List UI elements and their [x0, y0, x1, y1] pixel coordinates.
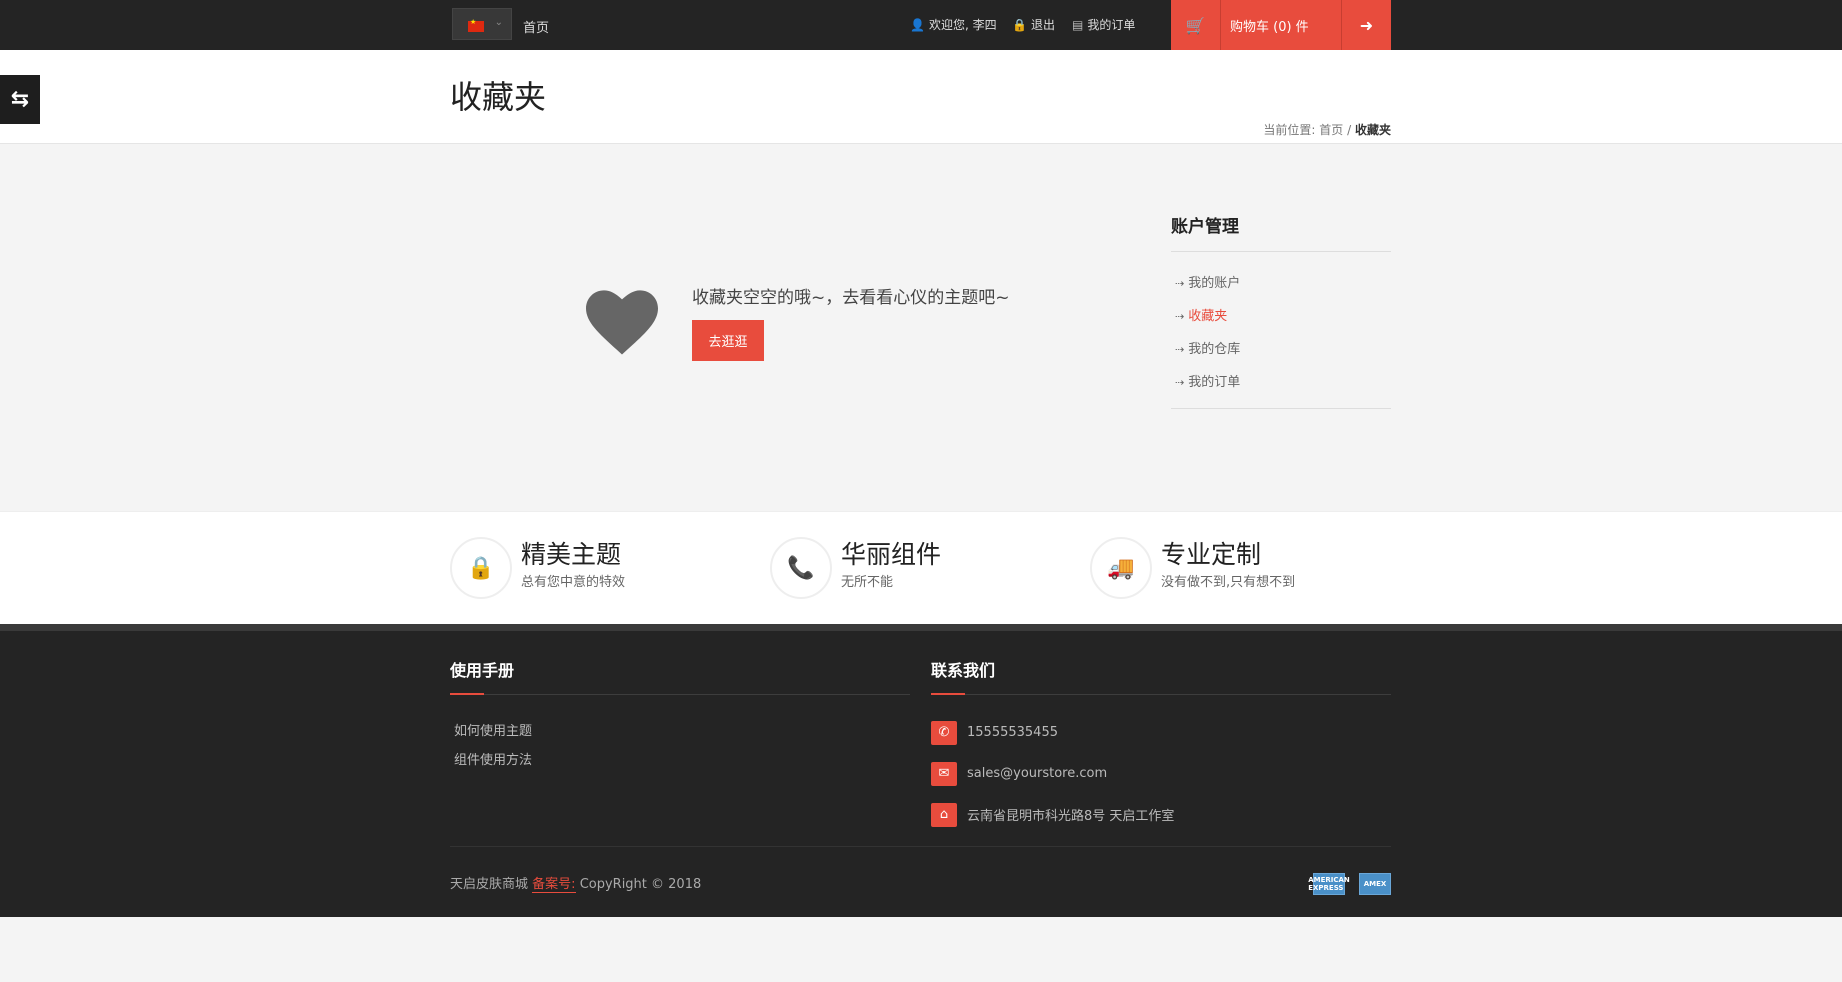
contact-address: ⌂ 云南省昆明市科光路8号 天启工作室: [931, 794, 1391, 835]
cart-button[interactable]: 🛒 购物车 (0) 件 ➜: [1171, 0, 1391, 50]
copyright: 天启皮肤商城 备案号: CopyRight © 2018: [450, 873, 702, 893]
arrow-right-icon: ⇢: [1175, 376, 1185, 389]
breadcrumb-separator: /: [1347, 123, 1352, 137]
phone-icon: 📞: [770, 537, 832, 599]
swap-icon[interactable]: ⇆: [0, 75, 40, 124]
footer-contact: 联系我们 ✆ 15555535455 ✉ sales@yourstore.com…: [931, 657, 1391, 835]
my-orders-text: 我的订单: [1087, 18, 1136, 32]
feature-themes: 🔒 精美主题 总有您中意的特效: [450, 537, 625, 599]
account-menu-item-orders[interactable]: ⇢ 我的订单: [1171, 373, 1391, 406]
china-flag-icon: [468, 18, 484, 32]
arrow-right-icon: ⇢: [1175, 277, 1185, 290]
feature-custom: 🚚 专业定制 没有做不到,只有想不到: [1090, 537, 1295, 599]
account-menu: 账户管理 ⇢ 我的账户 ⇢ 收藏夹 ⇢ 我的仓库 ⇢ 我的订单: [1171, 212, 1391, 409]
account-menu-item-favorites[interactable]: ⇢ 收藏夹: [1171, 307, 1391, 340]
copyright-text: CopyRight © 2018: [579, 877, 702, 892]
language-select[interactable]: ⌄: [452, 8, 512, 40]
cart-label: 购物车 (0) 件: [1230, 20, 1309, 35]
footer-contact-title: 联系我们: [931, 657, 1391, 695]
manual-link-components[interactable]: 组件使用方法: [450, 749, 910, 778]
arrow-right-icon: ⇢: [1175, 343, 1185, 356]
feature-subtitle: 无所不能: [841, 575, 894, 590]
feature-title: 专业定制: [1161, 540, 1262, 569]
breadcrumb: 当前位置: 首页 / 收藏夹: [1263, 121, 1391, 138]
feature-subtitle: 总有您中意的特效: [521, 575, 626, 590]
user-icon: 👤: [910, 17, 925, 32]
footer-manual: 使用手册 如何使用主题 组件使用方法: [450, 657, 910, 778]
title-band: [0, 50, 1842, 144]
breadcrumb-home[interactable]: 首页: [1319, 123, 1343, 137]
main-content: [0, 145, 1842, 511]
top-bar: ⌄ 首页 👤 欢迎您, 李四 🔒 退出 ▤ 我的订单 🛒 购物车 (0) 件 ➜: [0, 0, 1842, 50]
logout-text: 退出: [1030, 18, 1055, 32]
welcome-text: 欢迎您, 李四: [928, 18, 997, 32]
account-menu-title: 账户管理: [1171, 212, 1391, 252]
phone-icon: ✆: [931, 720, 957, 745]
top-home-link[interactable]: 首页: [523, 17, 549, 36]
store-name: 天启皮肤商城: [450, 877, 529, 892]
contact-phone: ✆ 15555535455: [931, 712, 1391, 753]
home-icon: ⌂: [931, 802, 957, 827]
feature-title: 精美主题: [521, 540, 622, 569]
truck-icon: 🚚: [1090, 537, 1152, 599]
heart-icon: [586, 290, 658, 355]
feature-title: 华丽组件: [841, 540, 942, 569]
arrow-right-icon: ⇢: [1175, 310, 1185, 323]
logout-link[interactable]: 🔒 退出: [1012, 16, 1055, 33]
orders-icon: ▤: [1072, 17, 1084, 32]
my-orders-link[interactable]: ▤ 我的订单: [1072, 16, 1135, 33]
account-menu-item-warehouse[interactable]: ⇢ 我的仓库: [1171, 340, 1391, 373]
lock-icon: 🔒: [450, 537, 512, 599]
manual-link-how-to-use[interactable]: 如何使用主题: [450, 720, 910, 749]
breadcrumb-current: 收藏夹: [1354, 123, 1391, 137]
page-title: 收藏夹: [450, 78, 547, 116]
basket-icon: 🛒: [1171, 0, 1221, 50]
breadcrumb-prefix: 当前位置:: [1263, 123, 1316, 137]
envelope-icon: ✉: [931, 761, 957, 786]
footer-manual-title: 使用手册: [450, 657, 910, 695]
chevron-down-icon: ⌄: [494, 17, 503, 28]
empty-favorites-message: 收藏夹空空的哦~，去看看心仪的主题吧~: [692, 288, 1010, 308]
american-express-icon: AMERICAN EXPRESS: [1308, 873, 1350, 895]
feature-components: 📞 华丽组件 无所不能: [770, 537, 941, 599]
features-band: 🔒 精美主题 总有您中意的特效 📞 华丽组件 无所不能 🚚 专业定制 没有做不到…: [0, 511, 1842, 624]
contact-email[interactable]: ✉ sales@yourstore.com: [931, 753, 1391, 794]
beian-link[interactable]: 备案号:: [532, 877, 576, 893]
footer-divider: [450, 846, 1391, 847]
footer: 使用手册 如何使用主题 组件使用方法 联系我们 ✆ 15555535455 ✉ …: [0, 624, 1842, 917]
account-menu-item-my-account[interactable]: ⇢ 我的账户: [1171, 274, 1391, 307]
arrow-right-icon[interactable]: ➜: [1341, 0, 1391, 50]
feature-subtitle: 没有做不到,只有想不到: [1161, 575, 1296, 590]
amex-icon: AMEX: [1359, 873, 1391, 895]
lock-icon: 🔒: [1012, 17, 1027, 32]
welcome-user-link[interactable]: 👤 欢迎您, 李四: [910, 16, 997, 33]
go-shopping-button[interactable]: 去逛逛: [692, 320, 764, 361]
